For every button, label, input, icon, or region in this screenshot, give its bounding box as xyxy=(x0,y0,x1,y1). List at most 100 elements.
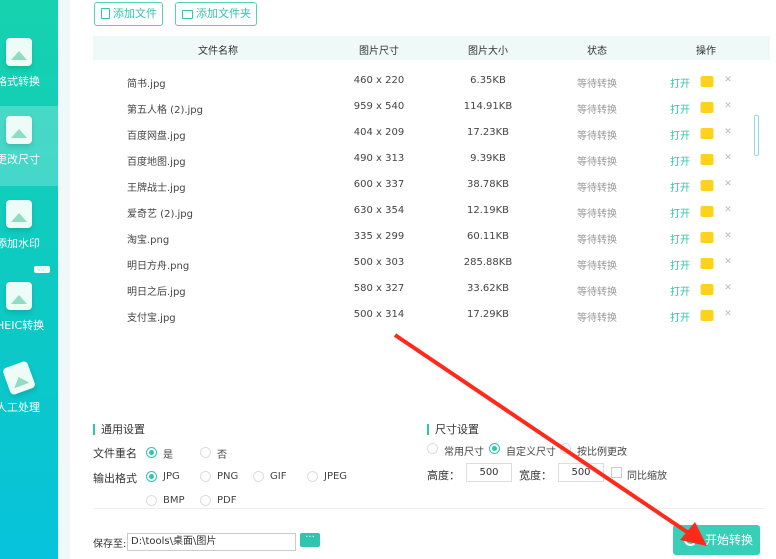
format-jpeg-radio[interactable] xyxy=(307,471,318,482)
format-png-label: PNG xyxy=(217,471,239,482)
file-size: 60.11KB xyxy=(466,231,510,242)
height-label: 高度： xyxy=(427,469,460,482)
start-convert-button[interactable]: 开始转换 xyxy=(673,525,760,555)
format-png-radio[interactable] xyxy=(200,471,211,482)
table-row: 明日之后.jpg 580 x 327 33.62KB 等待转换 打开 ✕ xyxy=(93,276,753,302)
folder-icon[interactable] xyxy=(700,310,714,321)
format-pdf-radio[interactable] xyxy=(200,495,211,506)
format-jpg-label: JPG xyxy=(163,471,180,482)
remove-icon[interactable]: ✕ xyxy=(724,153,732,163)
file-dimensions: 580 x 327 xyxy=(353,283,405,294)
sidebar-divider xyxy=(58,0,70,559)
file-add-icon xyxy=(101,8,110,19)
open-link[interactable]: 打开 xyxy=(670,309,690,324)
folder-icon[interactable] xyxy=(700,128,714,139)
image-icon xyxy=(1,360,37,396)
file-size: 285.88KB xyxy=(463,257,513,268)
file-status: 等待转换 xyxy=(577,313,617,324)
format-bmp-radio[interactable] xyxy=(146,495,157,506)
sidebar-item-watermark[interactable]: 添加水印 xyxy=(0,190,58,270)
save-path-input[interactable]: D:\tools\桌面\图片 xyxy=(127,533,296,551)
folder-icon[interactable] xyxy=(700,284,714,295)
folder-icon[interactable] xyxy=(700,102,714,113)
sidebar-item-manual[interactable]: 人工处理 xyxy=(0,354,58,434)
table-row: 第五人格 (2).jpg 959 x 540 114.91KB 等待转换 打开 ✕ xyxy=(93,94,753,120)
remove-icon[interactable]: ✕ xyxy=(724,283,732,293)
size-custom-radio[interactable] xyxy=(489,443,500,454)
file-name: 明日方舟.png xyxy=(127,261,190,272)
image-icon xyxy=(6,282,32,310)
table-row: 淘宝.png 335 x 299 60.11KB 等待转换 打开 ✕ xyxy=(93,224,753,250)
table-row: 爱奇艺 (2).jpg 630 x 354 12.19KB 等待转换 打开 ✕ xyxy=(93,198,753,224)
file-dimensions: 490 x 313 xyxy=(353,153,405,164)
file-status: 等待转换 xyxy=(577,209,617,220)
folder-icon[interactable] xyxy=(700,76,714,87)
add-file-button[interactable]: 添加文件 xyxy=(94,2,163,26)
remove-icon[interactable]: ✕ xyxy=(724,179,732,189)
sidebar-item-resize[interactable]: 更改尺寸 xyxy=(0,106,58,186)
scrollbar[interactable] xyxy=(754,115,759,156)
file-name: 支付宝.jpg xyxy=(127,313,176,324)
file-size: 9.39KB xyxy=(470,153,506,164)
open-link[interactable]: 打开 xyxy=(670,231,690,246)
file-dimensions: 959 x 540 xyxy=(353,101,405,112)
open-link[interactable]: 打开 xyxy=(670,283,690,298)
file-name: 第五人格 (2).jpg xyxy=(127,105,203,116)
remove-icon[interactable]: ✕ xyxy=(724,101,732,111)
file-dimensions: 600 x 337 xyxy=(353,179,405,190)
file-dimensions: 500 x 303 xyxy=(353,257,405,268)
size-ratio-radio[interactable] xyxy=(560,443,571,454)
remove-icon[interactable]: ✕ xyxy=(724,309,732,319)
refresh-icon xyxy=(684,533,697,546)
proportional-checkbox[interactable] xyxy=(611,467,622,478)
browse-button[interactable]: ··· xyxy=(300,533,320,547)
sidebar-item-label: 人工处理 xyxy=(0,401,40,414)
rename-yes-radio[interactable] xyxy=(146,447,157,458)
remove-icon[interactable]: ✕ xyxy=(724,205,732,215)
format-gif-radio[interactable] xyxy=(253,471,264,482)
folder-icon[interactable] xyxy=(700,232,714,243)
add-folder-button[interactable]: 添加文件夹 xyxy=(175,2,257,26)
general-settings-title: 通用设置 xyxy=(93,424,145,435)
file-name: 百度网盘.jpg xyxy=(127,131,186,142)
width-input[interactable]: 500 xyxy=(558,463,604,482)
size-ratio-label: 按比例更改 xyxy=(577,447,627,458)
remove-icon[interactable]: ✕ xyxy=(724,75,732,85)
sidebar-item-format-convert[interactable]: 格式转换 xyxy=(0,28,58,108)
folder-icon[interactable] xyxy=(700,154,714,165)
file-status: 等待转换 xyxy=(577,79,617,90)
file-dimensions: 630 x 354 xyxy=(353,205,405,216)
folder-icon[interactable] xyxy=(700,180,714,191)
remove-icon[interactable]: ✕ xyxy=(724,127,732,137)
remove-icon[interactable]: ✕ xyxy=(724,231,732,241)
folder-icon[interactable] xyxy=(700,258,714,269)
file-size: 38.78KB xyxy=(466,179,510,190)
open-link[interactable]: 打开 xyxy=(670,101,690,116)
remove-icon[interactable]: ✕ xyxy=(724,257,732,267)
size-common-radio[interactable] xyxy=(427,443,438,454)
open-link[interactable]: 打开 xyxy=(670,127,690,142)
format-jpg-radio[interactable] xyxy=(146,471,157,482)
open-link[interactable]: 打开 xyxy=(670,153,690,168)
open-link[interactable]: 打开 xyxy=(670,257,690,272)
start-convert-label: 开始转换 xyxy=(705,533,754,547)
sidebar-item-label: 格式转换 xyxy=(0,75,40,88)
open-link[interactable]: 打开 xyxy=(670,205,690,220)
height-input[interactable]: 500 xyxy=(466,463,512,482)
col-actions: 操作 xyxy=(696,46,716,57)
col-dimensions: 图片尺寸 xyxy=(359,46,399,57)
folder-icon[interactable] xyxy=(700,206,714,217)
sidebar-item-heic[interactable]: VIP HEIC转换 xyxy=(0,266,58,352)
size-common-label: 常用尺寸 xyxy=(444,447,484,458)
rename-no-radio[interactable] xyxy=(200,447,211,458)
table-row: 明日方舟.png 500 x 303 285.88KB 等待转换 打开 ✕ xyxy=(93,250,753,276)
file-dimensions: 335 x 299 xyxy=(353,231,405,242)
file-dimensions: 460 x 220 xyxy=(353,75,405,86)
open-link[interactable]: 打开 xyxy=(670,179,690,194)
format-label: 输出格式 xyxy=(93,472,137,485)
divider xyxy=(93,508,765,509)
rename-yes-label: 是 xyxy=(163,450,173,461)
open-link[interactable]: 打开 xyxy=(670,75,690,90)
table-row: 王牌战士.jpg 600 x 337 38.78KB 等待转换 打开 ✕ xyxy=(93,172,753,198)
width-label: 宽度： xyxy=(519,469,552,482)
